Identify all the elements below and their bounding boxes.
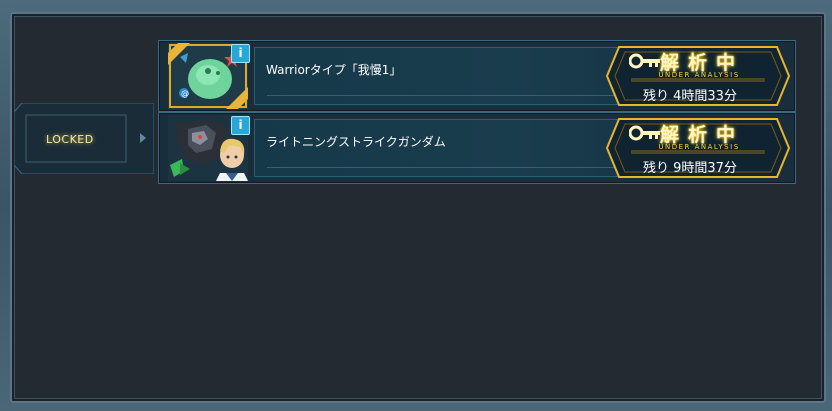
- status-badge: 解析中 UNDER ANALYSIS 残り 4時間33分: [605, 43, 791, 109]
- item-title: ライトニングストライクガンダム: [266, 135, 446, 149]
- status-sub-label: UNDER ANALYSIS: [658, 143, 740, 151]
- locked-tab: LOCKED: [14, 103, 154, 174]
- remaining-time: 残り 4時間33分: [643, 89, 737, 104]
- info-icon[interactable]: i: [231, 116, 250, 135]
- info-icon[interactable]: i: [231, 44, 250, 63]
- svg-text:@: @: [181, 89, 189, 98]
- status-badge: 解析中 UNDER ANALYSIS 残り 9時間37分: [605, 115, 791, 181]
- status-sub-label: UNDER ANALYSIS: [658, 71, 740, 79]
- item-title: Warriorタイプ「我慢1」: [266, 63, 402, 77]
- locked-label: LOCKED: [46, 133, 94, 146]
- list-item[interactable]: i ライトニングストライクガンダム 解析中 UNDER ANALYSIS 残り …: [158, 112, 796, 184]
- key-icon: [628, 53, 661, 73]
- key-icon: [628, 125, 661, 145]
- remaining-time: 残り 9時間37分: [643, 161, 737, 176]
- list-item[interactable]: @ i Warriorタイプ「我慢1」 解析中 UNDER ANALYSIS 残…: [158, 40, 796, 112]
